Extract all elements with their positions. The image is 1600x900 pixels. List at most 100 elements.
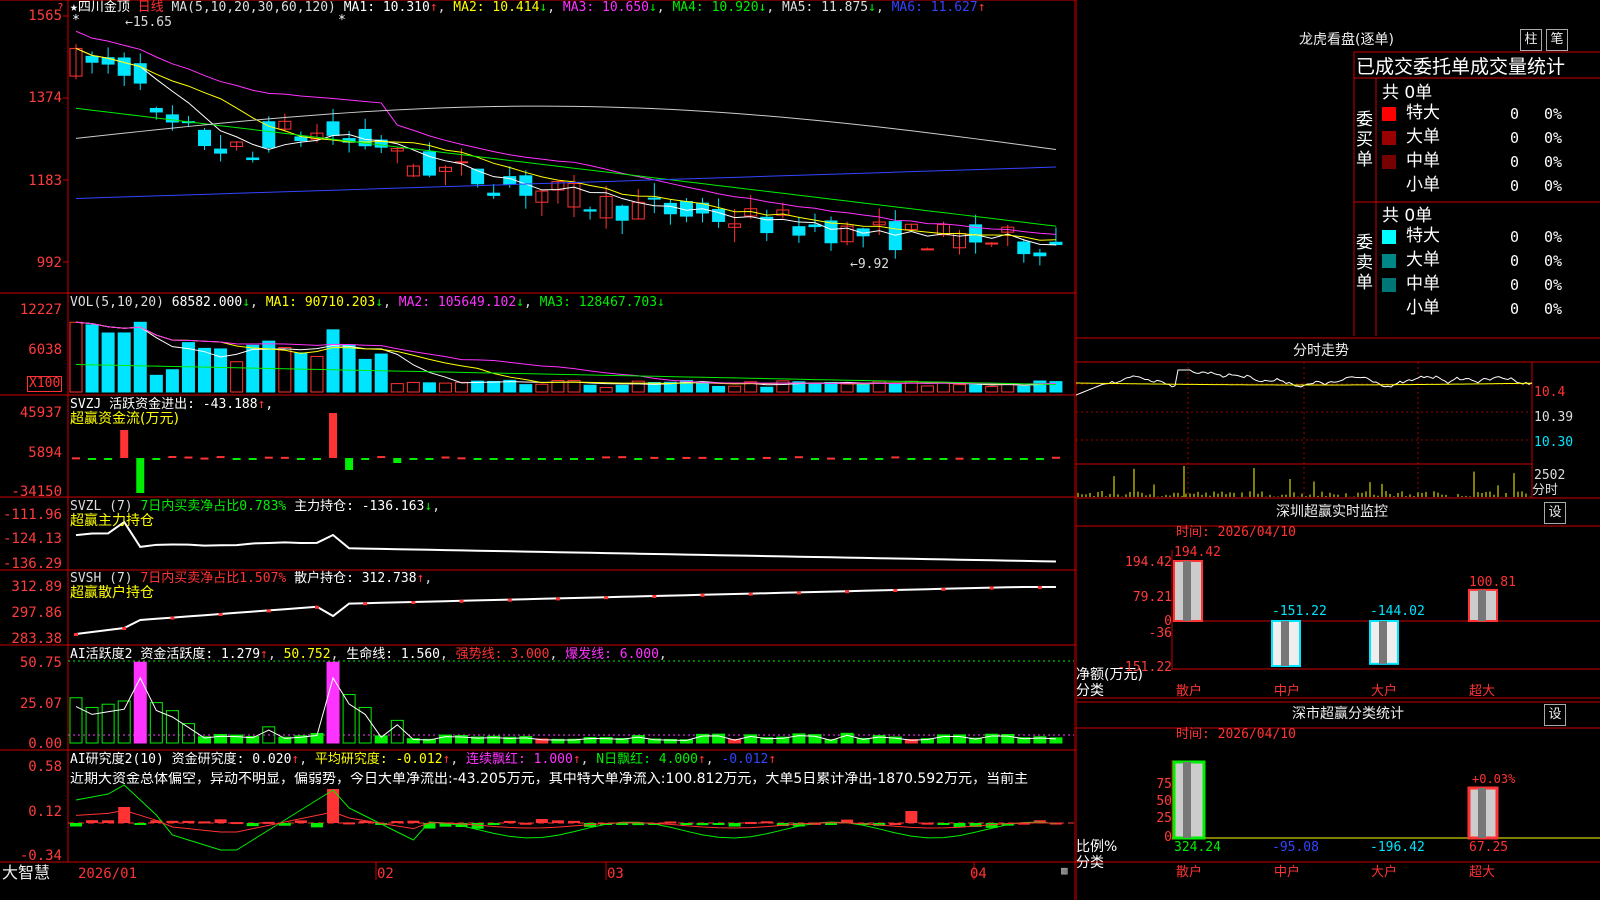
order-size-name: 中单 xyxy=(1406,151,1440,171)
ma-items: MA1: 10.310↑, MA2: 10.414↓, MA3: 10.650↓… xyxy=(343,0,986,15)
svsh-header: SVSH (7) 7日内买卖净占比1.507% 散户持仓: 312.738↑, xyxy=(70,571,433,586)
svzj-bar xyxy=(120,430,129,458)
classify-bar-shade xyxy=(1478,788,1486,838)
order-size-name: 中单 xyxy=(1406,274,1440,294)
order-percent: 0% xyxy=(1544,276,1563,294)
order-size-swatch xyxy=(1382,131,1396,145)
bar-label: 大户 xyxy=(1371,684,1398,699)
candle-body xyxy=(1017,241,1031,255)
ai-research-bar xyxy=(535,819,548,823)
ai-research-comment: 近期大资金总体偏空，异动不明显，偏弱势，今日大单净流出:-43.205万元，其中… xyxy=(70,772,1029,786)
app-name[interactable]: 大智慧 xyxy=(2,864,50,882)
svzj-bar xyxy=(441,456,450,459)
y-axis-tick: 0.58 xyxy=(28,759,62,775)
svzj-bar xyxy=(505,458,514,460)
ai-research-bar xyxy=(294,820,307,823)
svsh-marker xyxy=(507,598,512,602)
svzj-bar xyxy=(682,457,691,460)
ma4-line xyxy=(75,107,1056,227)
y-axis-tick: -124.13 xyxy=(2,531,62,547)
monitor-settings-button[interactable]: 设 xyxy=(1544,502,1566,524)
indicator-item: MA3: 10.650 xyxy=(562,0,649,15)
lock-icon[interactable]: ▩ xyxy=(1061,864,1068,878)
candle-body xyxy=(149,107,163,113)
y-axis-tick: 12227 xyxy=(19,302,62,318)
y-axis-tick: -34150 xyxy=(11,484,62,500)
ai-active-line xyxy=(75,676,1056,741)
intraday-title: 分时走势 xyxy=(1293,343,1349,359)
left-chart-area[interactable]: ★四川金顶 日线 MA(5,10,20,30,60,120) MA1: 10.3… xyxy=(0,0,1076,900)
order-count: 0 xyxy=(1510,276,1520,294)
ai-research-bar xyxy=(118,807,131,823)
volume-bar xyxy=(969,384,983,393)
y-axis-tick: 297.86 xyxy=(11,605,62,621)
classify-settings-button[interactable]: 设 xyxy=(1544,704,1566,726)
svzj-bar xyxy=(971,458,980,460)
y-axis-tick: 0.12 xyxy=(28,804,62,820)
ai-research-bar xyxy=(310,823,323,828)
y-axis-tick: 6038 xyxy=(28,342,62,358)
monitor-title: 深圳超赢实时监控 xyxy=(1276,504,1388,520)
bar-label: 超大 xyxy=(1469,865,1496,880)
svzj-bar xyxy=(859,458,868,460)
svzj-bar xyxy=(778,458,787,460)
y-axis-tick: 1565 xyxy=(28,8,62,24)
svzj-bar xyxy=(409,458,418,460)
classify-y-tick: 25 xyxy=(1156,811,1172,826)
classify-cat-label: 分类 xyxy=(1076,855,1104,871)
candle-body xyxy=(920,248,934,251)
volume-bar xyxy=(840,383,854,393)
classify-y-tick: 50 xyxy=(1156,794,1172,809)
volume-bar xyxy=(342,344,356,393)
svzj-bar xyxy=(329,413,338,458)
period-label[interactable]: 日线 xyxy=(138,0,164,15)
ma3-line xyxy=(75,30,1056,235)
svzj-bar xyxy=(939,458,948,460)
svzj-bar xyxy=(425,458,434,460)
svzj-subtitle: 超赢资金流(万元) xyxy=(70,411,179,427)
volume-bar xyxy=(406,381,420,393)
volume-bar xyxy=(519,384,533,393)
y-axis-tick: 50.75 xyxy=(19,655,62,671)
bi-button[interactable]: 笔 xyxy=(1546,29,1568,51)
svsh-marker xyxy=(845,590,850,594)
classify-bar-shade xyxy=(1183,762,1191,838)
order-count: 0 xyxy=(1510,177,1520,195)
order-percent: 0% xyxy=(1544,252,1563,270)
volume-bar xyxy=(776,380,790,393)
svzj-bar xyxy=(987,458,996,460)
ai-research-header: AI研究度2(10) 资金研究度: 0.020↑, 平均研究度: -0.012↑… xyxy=(70,752,777,767)
buy-side-label: 委买单 xyxy=(1356,110,1373,170)
order-percent: 0% xyxy=(1544,153,1563,171)
monitor-bar-shade xyxy=(1183,561,1191,621)
svzj-bar xyxy=(634,458,643,460)
svzj-bar xyxy=(88,458,97,460)
svzj-bar xyxy=(602,456,611,459)
svzj-bar xyxy=(698,456,707,459)
svzj-bar xyxy=(280,456,289,459)
ai-research-bar xyxy=(166,820,179,823)
question-icon[interactable]: ? xyxy=(57,1,64,15)
intraday-vol-unit: 分时 xyxy=(1532,483,1559,498)
volume-bar xyxy=(712,385,726,393)
y-axis-tick: 1183 xyxy=(28,173,62,189)
ai-research-bar xyxy=(937,823,950,825)
bar-label: -151.22 xyxy=(1272,604,1327,619)
svzj-bar xyxy=(152,458,161,460)
svsh-marker xyxy=(218,613,223,616)
y-axis-tick: -111.96 xyxy=(2,507,62,523)
svzj-bar xyxy=(955,457,964,460)
svzj-bar xyxy=(200,457,209,460)
y-axis-tick: 45937 xyxy=(19,405,62,421)
zhu-button[interactable]: 柱 xyxy=(1520,29,1542,51)
ma5-line xyxy=(75,105,1057,150)
intraday-tick-1: 10.4 xyxy=(1534,385,1566,400)
stock-name[interactable]: 四川金顶 xyxy=(78,0,130,15)
y-axis-tick: -136.29 xyxy=(2,556,62,572)
ai-research-bar xyxy=(728,823,741,827)
svsh-marker xyxy=(266,609,271,613)
bar-label: 324.24 xyxy=(1174,840,1221,855)
ai-research-bar xyxy=(568,820,580,823)
bar-label: -144.02 xyxy=(1370,604,1425,619)
svzj-bar xyxy=(168,456,177,459)
